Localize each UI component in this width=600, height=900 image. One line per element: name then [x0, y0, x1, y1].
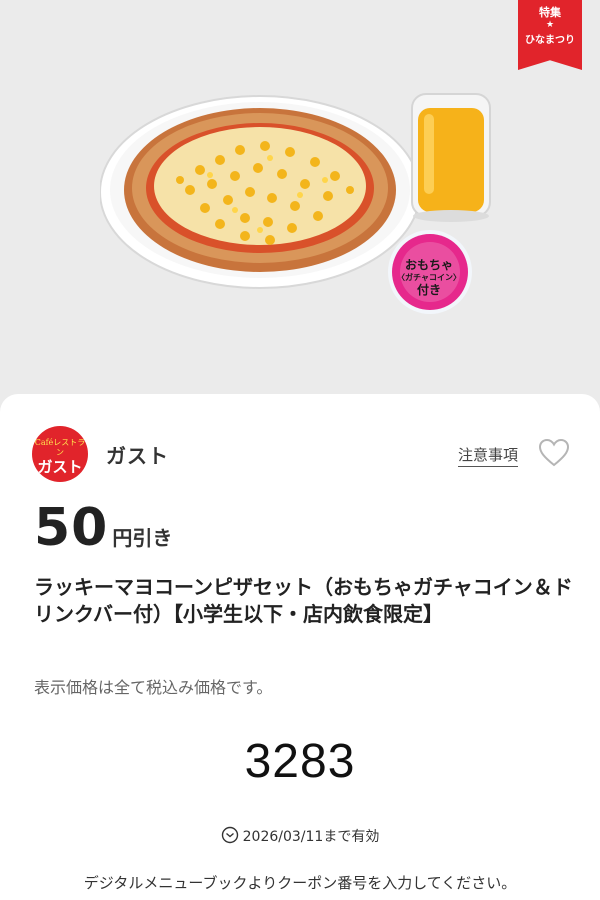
coupon-card: Caféレストラン ガスト ガスト 注意事項 50 円引き ラッキーマヨコーンピザ… [0, 394, 600, 900]
ribbon-star-icon: ★ [545, 20, 555, 30]
badge-line-3: 付き [416, 283, 441, 297]
expiry-date: 2026/03/11まで有効 [242, 829, 380, 845]
feature-ribbon[interactable]: 特集 ★ ひなまつり [518, 0, 582, 70]
discount: 50 円引き [34, 498, 172, 558]
logo-text: ガスト [37, 458, 83, 476]
discount-unit: 円引き [112, 526, 173, 550]
notice-link[interactable]: 注意事項 [457, 444, 518, 467]
discount-amount: 50 [34, 498, 109, 558]
instruction-text: デジタルメニューブックよりクーポン番号を入力してください。 [83, 874, 517, 892]
ribbon-label-bottom: ひなまつり [525, 35, 575, 46]
coupon-code: 3283 [244, 735, 356, 788]
logo-subtext: Caféレストラン [34, 438, 86, 457]
ribbon-label-top: 特集 [539, 6, 561, 19]
expiry-row: 2026/03/11まで有効 [0, 826, 600, 846]
coupon-title: ラッキーマヨコーンピザセット（おもちゃガチャコイン＆ドリンクバー付）【小学生以下… [34, 575, 573, 626]
tax-note: 表示価格は全て税込み価格です。 [34, 678, 273, 697]
product-image-area: 特集 ★ ひなまつり おもちゃ 〈ガチャコイン〉 付き [0, 0, 600, 400]
brand-logo: Caféレストラン ガスト [32, 426, 88, 482]
toy-badge-label: おもちゃ 〈ガチャコイン〉 付き [392, 258, 466, 297]
clock-icon [221, 826, 238, 844]
brand-name: ガスト [106, 444, 169, 468]
badge-line-2: 〈ガチャコイン〉 [397, 273, 461, 282]
heart-icon[interactable] [538, 438, 570, 468]
badge-line-1: おもちゃ [404, 258, 453, 272]
